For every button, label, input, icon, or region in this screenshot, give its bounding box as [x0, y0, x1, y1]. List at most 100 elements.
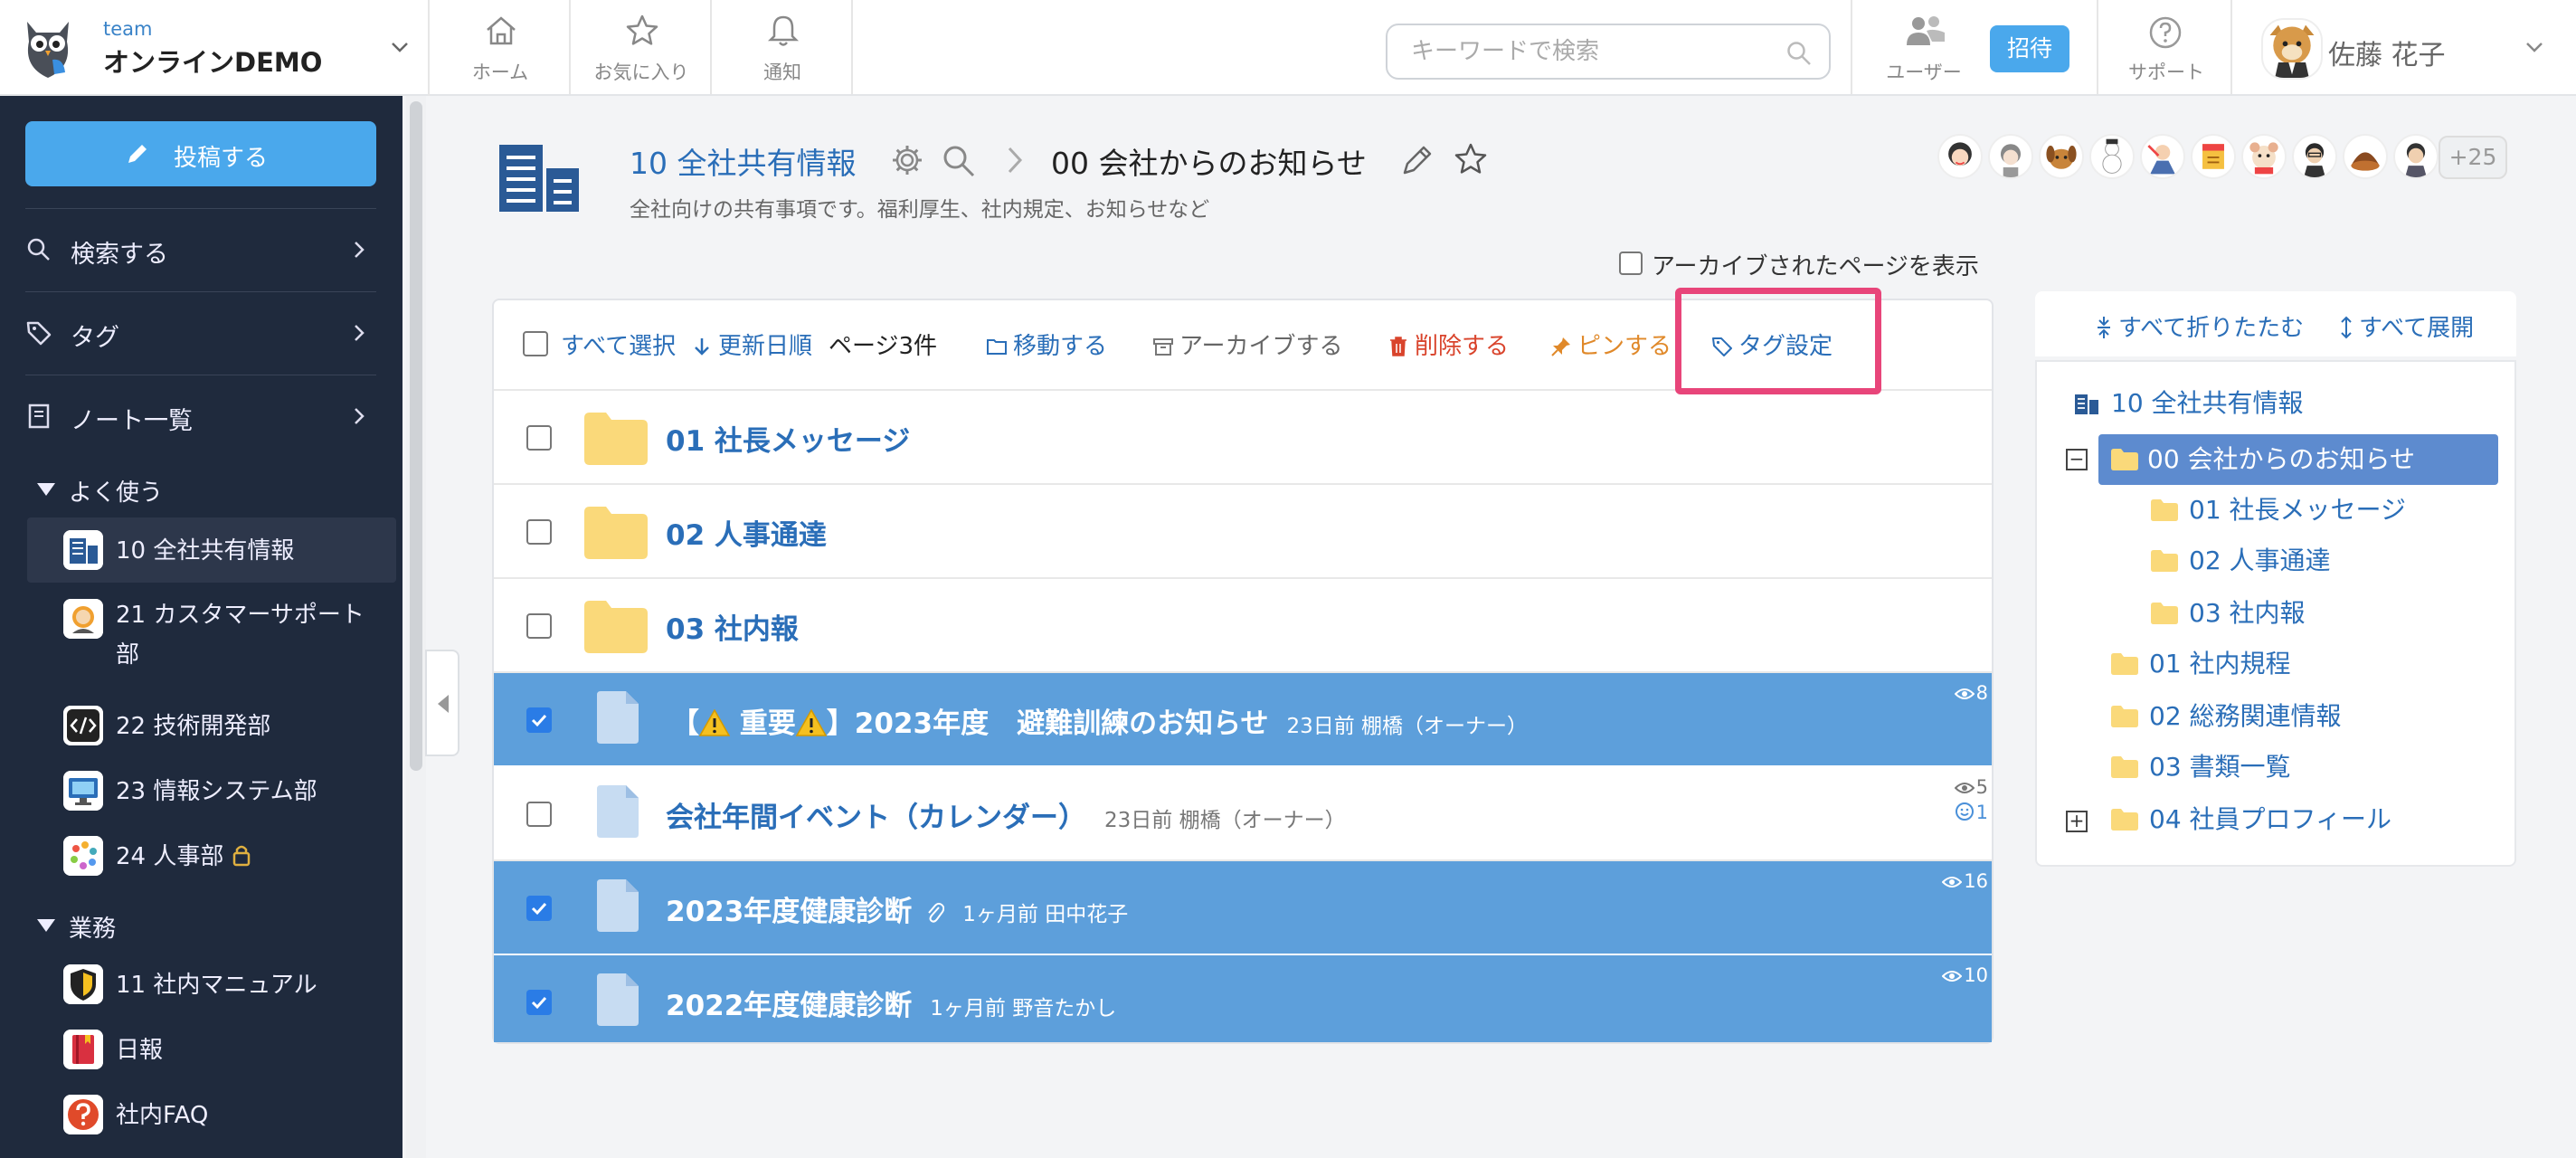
page-title[interactable]: 【 重要 】2023年度 避難訓練のお知らせ 23日前 棚橋（オーナー） — [671, 700, 1528, 741]
expand-all-button[interactable]: すべて展開 — [2337, 309, 2474, 343]
page-title[interactable]: 会社年間イベント（カレンダー） 23日前 棚橋（オーナー） — [666, 794, 1346, 835]
member-avatar[interactable] — [2292, 134, 2337, 179]
tree-item-current[interactable]: 00 会社からのお知らせ — [2098, 434, 2498, 485]
row-checkbox-checked[interactable] — [526, 990, 552, 1015]
search-icon[interactable] — [941, 143, 977, 179]
eye-icon — [1954, 783, 1975, 793]
nav-favorites[interactable]: お気に入り — [573, 0, 712, 94]
view-count: 10 — [1942, 963, 1988, 988]
scrollbar-thumb[interactable] — [410, 101, 422, 771]
tree-item[interactable]: 03 書類一覧 — [2111, 745, 2491, 789]
tree-item-root[interactable]: 10 全社共有情報 — [2073, 382, 2489, 425]
tree-item[interactable]: 02 人事通達 — [2151, 539, 2495, 583]
member-avatar[interactable] — [2241, 134, 2287, 179]
pin-button[interactable]: ピンする — [1550, 327, 1672, 361]
breadcrumb-parent[interactable]: 10 全社共有情報 — [630, 139, 856, 183]
sidebar-tags[interactable]: タグ — [25, 291, 376, 373]
page-title[interactable]: 2022年度健康診断 1ヶ月前 野音たかし — [666, 982, 1116, 1023]
tree-item[interactable]: 01 社内規程 — [2111, 642, 2491, 686]
post-button[interactable]: 投稿する — [25, 121, 376, 186]
delete-button[interactable]: 削除する — [1387, 327, 1509, 361]
member-avatar[interactable] — [1988, 134, 2033, 179]
row-checkbox[interactable] — [526, 613, 552, 639]
page-row[interactable]: 2022年度健康診断 1ヶ月前 野音たかし 10 — [494, 955, 1992, 1042]
chevron-down-icon[interactable] — [387, 34, 412, 60]
team-switcher[interactable]: team オンラインDEMO — [0, 0, 430, 96]
row-checkbox-checked[interactable] — [526, 707, 552, 733]
folder-row[interactable]: 01 社長メッセージ — [494, 391, 1992, 485]
support-button[interactable]: サポート — [2126, 0, 2207, 94]
collapse-all-button[interactable]: すべて折りたたむ — [2095, 309, 2304, 343]
user-menu[interactable]: 佐藤 花子 — [2232, 0, 2576, 94]
sort-button[interactable]: 更新日順 — [691, 327, 812, 361]
lock-icon — [232, 845, 250, 867]
move-button[interactable]: 移動する — [986, 327, 1107, 361]
search-input[interactable] — [1411, 34, 1773, 69]
tree-collapse-toggle[interactable]: − — [2066, 449, 2088, 470]
invite-button[interactable]: 招待 — [1990, 25, 2069, 72]
tree-item[interactable]: 04 社員プロフィール — [2111, 798, 2491, 841]
show-archived-checkbox[interactable] — [1619, 252, 1643, 275]
select-all-checkbox[interactable] — [523, 331, 548, 356]
eye-icon — [1954, 688, 1975, 699]
folder-title[interactable]: 01 社長メッセージ — [666, 418, 910, 459]
tree-expand-toggle[interactable]: + — [2066, 811, 2088, 832]
tree-item[interactable]: 01 社長メッセージ — [2151, 489, 2495, 532]
folder-title[interactable]: 03 社内報 — [666, 606, 799, 647]
sidebar-item-notebook[interactable]: 日報 — [27, 1017, 396, 1082]
pencil-icon[interactable] — [1400, 143, 1435, 177]
tree-item[interactable]: 03 社内報 — [2151, 592, 2495, 635]
member-avatar[interactable] — [2343, 134, 2388, 179]
page-row[interactable]: 【 重要 】2023年度 避難訓練のお知らせ 23日前 棚橋（オーナー） 8 — [494, 673, 1992, 767]
check-icon — [531, 902, 547, 916]
row-checkbox[interactable] — [526, 519, 552, 545]
more-members-badge[interactable]: +25 — [2439, 136, 2507, 179]
folder-title[interactable]: 02 人事通達 — [666, 512, 827, 553]
member-avatar[interactable] — [2393, 134, 2439, 179]
row-checkbox[interactable] — [526, 425, 552, 451]
search-icon — [27, 238, 50, 261]
tree-item-label: 02 人事通達 — [2189, 546, 2331, 575]
tree-header: すべて折りたたむ すべて展開 — [2035, 291, 2516, 356]
member-avatar[interactable] — [2039, 134, 2084, 179]
nav-home[interactable]: ホーム — [431, 0, 571, 94]
member-avatar[interactable] — [1937, 134, 1983, 179]
expand-all-label: すべて展開 — [2359, 315, 2475, 342]
sidebar-item-notebook[interactable]: 22 技術開発部 — [27, 693, 396, 758]
users-button[interactable]: ユーザー — [1883, 0, 1965, 94]
member-avatar[interactable] — [2140, 134, 2185, 179]
member-avatars[interactable]: +25 — [1937, 134, 2516, 185]
folder-row[interactable]: 02 人事通達 — [494, 485, 1992, 579]
folder-row[interactable]: 03 社内報 — [494, 579, 1992, 673]
sidebar-item-notebook[interactable]: 10 全社共有情報 — [27, 517, 396, 583]
building-icon — [2075, 394, 2098, 414]
select-all-label[interactable]: すべて選択 — [561, 327, 676, 361]
row-checkbox[interactable] — [526, 802, 552, 827]
page-title[interactable]: 2023年度健康診断 1ヶ月前 田中花子 — [666, 888, 1128, 929]
show-archived-label[interactable]: アーカイブされたページを表示 — [1652, 248, 1979, 281]
page-row[interactable]: 2023年度健康診断 1ヶ月前 田中花子 16 — [494, 861, 1992, 955]
sidebar-item-notebook[interactable]: 社内FAQ — [27, 1082, 396, 1147]
sidebar-notes[interactable]: ノート一覧 — [25, 375, 376, 456]
sidebar-item-notebook[interactable]: 24 人事部 — [27, 823, 396, 888]
sidebar-scrollbar[interactable] — [406, 96, 426, 1158]
star-icon[interactable] — [1453, 141, 1489, 177]
member-avatar[interactable] — [2191, 134, 2236, 179]
archive-button[interactable]: アーカイブする — [1152, 327, 1342, 361]
nav-notifications[interactable]: 通知 — [714, 0, 853, 94]
sidebar-item-notebook[interactable]: 21 カスタマーサポート部 — [27, 592, 396, 679]
member-avatar[interactable] — [2089, 134, 2135, 179]
row-checkbox-checked[interactable] — [526, 896, 552, 921]
monitor-icon — [63, 771, 103, 811]
page-row[interactable]: 会社年間イベント（カレンダー） 23日前 棚橋（オーナー） 51 — [494, 767, 1992, 861]
gear-icon[interactable] — [890, 143, 924, 177]
tree-item[interactable]: 02 総務関連情報 — [2111, 695, 2491, 738]
view-count-value: 10 — [1964, 964, 1988, 986]
question-badge-icon — [63, 1095, 103, 1134]
search-icon[interactable] — [1785, 40, 1813, 67]
sidebar-item-notebook[interactable]: 11 社内マニュアル — [27, 952, 396, 1017]
sidebar-item-notebook[interactable]: 23 情報システム部 — [27, 758, 396, 823]
sidebar-collapse-handle[interactable] — [425, 650, 459, 756]
view-count: 8 — [1954, 680, 1988, 706]
sidebar-search[interactable]: 検索する — [25, 208, 376, 290]
